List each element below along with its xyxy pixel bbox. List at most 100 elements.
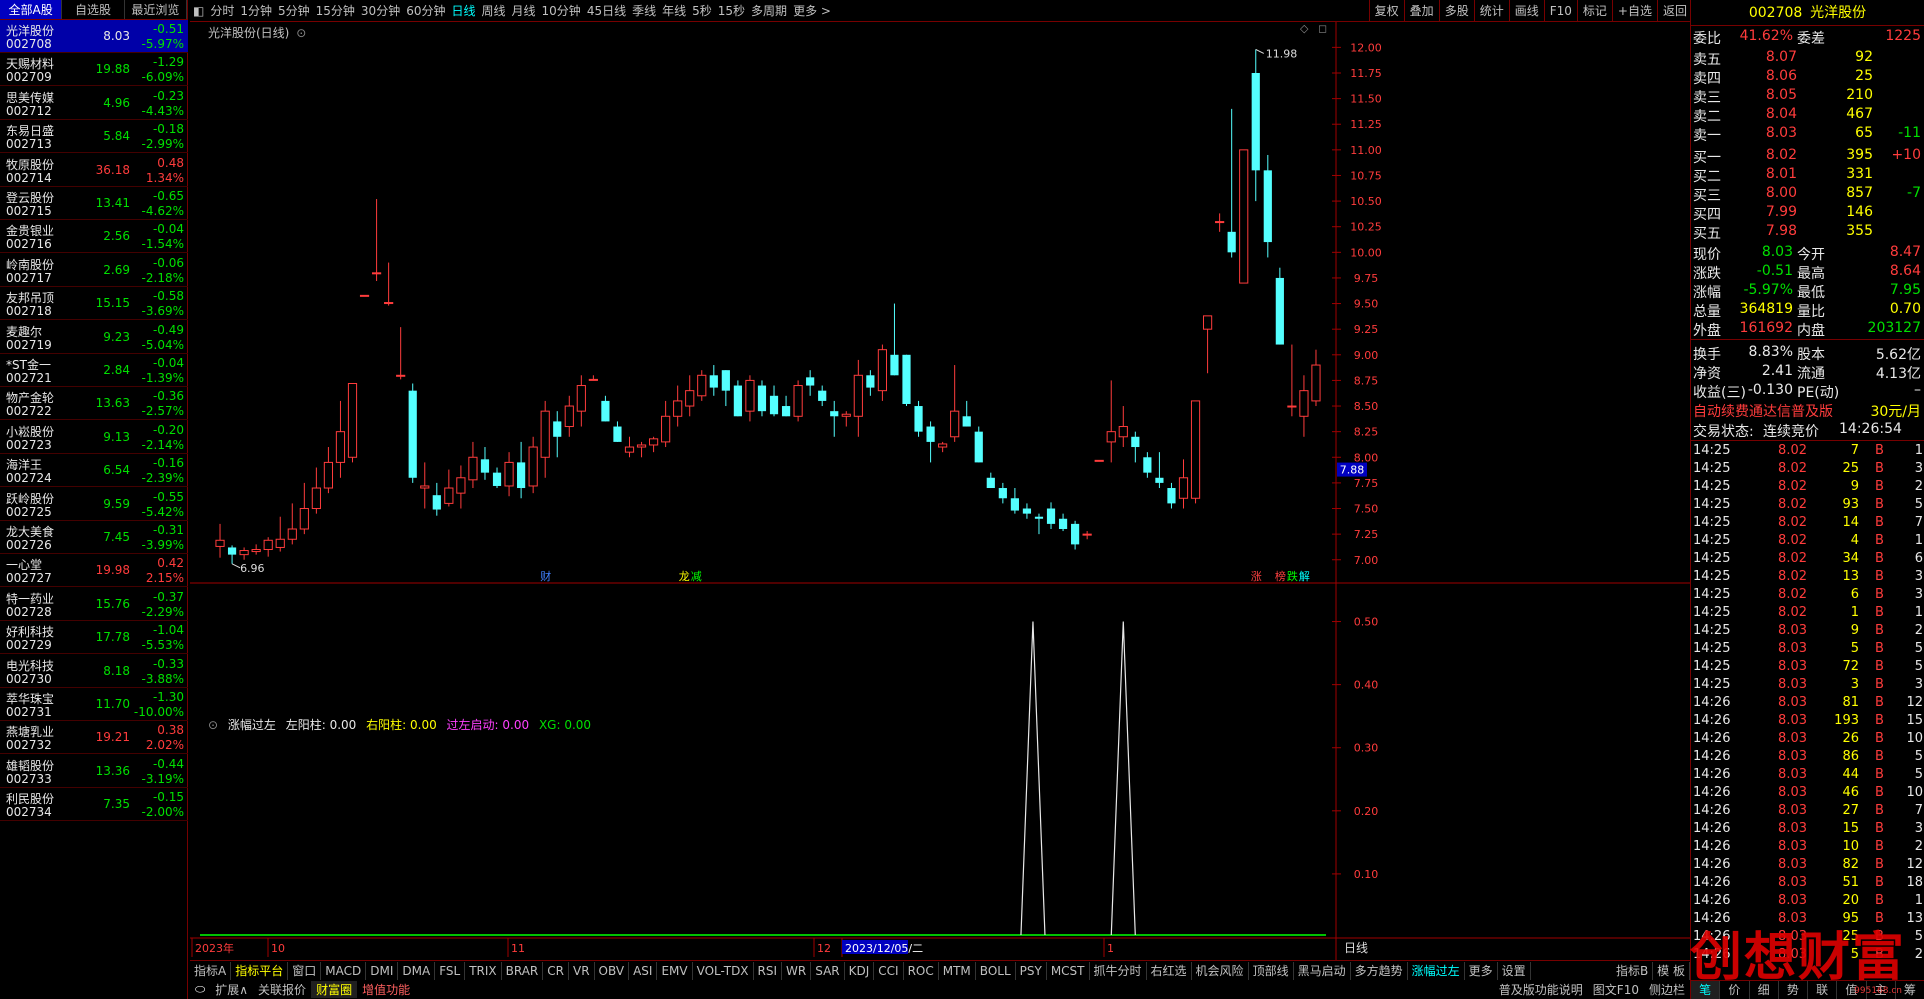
period-tab[interactable]: 周线 — [479, 0, 509, 22]
period-tab[interactable]: 5分钟 — [275, 0, 313, 22]
indicator-tab[interactable]: VR — [569, 961, 595, 980]
kline-chart[interactable]: 12.0011.7511.5011.2511.0010.7510.5010.25… — [190, 22, 1690, 960]
indicator-tab[interactable]: 黑马启动 — [1294, 961, 1351, 980]
stock-row[interactable]: 跃岭股份 002725 9.59 -0.55 -5.42% — [0, 488, 188, 521]
indicator-tab[interactable]: MTM — [939, 961, 976, 980]
stock-row[interactable]: 牧原股份 002714 36.18 0.48 1.34% — [0, 154, 188, 187]
bottom-link[interactable]: 关联报价 — [253, 981, 311, 998]
stock-row[interactable]: 金贵银业 002716 2.56 -0.04 -1.54% — [0, 220, 188, 254]
period-tab[interactable]: 30分钟 — [358, 0, 403, 22]
stock-row[interactable]: 好利科技 002729 17.78 -1.04 -5.53% — [0, 621, 188, 655]
period-tab[interactable]: 5秒 — [689, 0, 715, 22]
candle[interactable] — [1239, 149, 1249, 284]
bottom-link[interactable]: 增值功能 — [357, 981, 415, 998]
toolbar-button[interactable]: +自选 — [1611, 0, 1657, 22]
stock-row[interactable]: 龙大美食 002726 7.45 -0.31 -3.99% — [0, 521, 188, 554]
indicator-tab[interactable]: 多方趋势 — [1351, 961, 1408, 980]
toolbar-button[interactable]: 返回 — [1656, 0, 1692, 22]
indicator-tab[interactable]: DMI — [366, 961, 399, 980]
indicator-tab[interactable]: 涨幅过左 — [1408, 961, 1465, 980]
indicator-tab[interactable]: 顶部线 — [1249, 961, 1294, 980]
indicator-tab[interactable]: TRIX — [465, 961, 502, 980]
toolbar-button[interactable]: 多股 — [1438, 0, 1474, 22]
candle[interactable] — [902, 354, 911, 407]
indicator-gear-icon[interactable]: ⊙ — [208, 718, 218, 732]
indicator-tab[interactable]: DMA — [398, 961, 436, 980]
stock-row[interactable]: 麦趣尔 002719 9.23 -0.49 -5.04% — [0, 321, 188, 354]
period-tab[interactable]: 1分钟 — [237, 0, 275, 22]
indicator-tab[interactable]: MCST — [1047, 961, 1090, 980]
stock-row[interactable]: 友邦吊顶 002718 15.15 -0.58 -3.69% — [0, 287, 188, 321]
stock-row[interactable]: 萃华珠宝 002731 11.70 -1.30 -10.00% — [0, 688, 188, 721]
bottom-link[interactable]: 扩展∧ — [210, 981, 253, 998]
period-tab[interactable]: 季线 — [629, 0, 659, 22]
candle[interactable] — [1275, 267, 1284, 345]
stock-row[interactable]: 东易日盛 002713 5.84 -0.18 -2.99% — [0, 120, 188, 154]
stock-row[interactable]: 登云股份 002715 13.41 -0.65 -4.62% — [0, 187, 188, 220]
candle[interactable] — [793, 380, 803, 422]
indicator-tab[interactable]: CCI — [874, 961, 904, 980]
candle[interactable] — [1094, 459, 1104, 462]
indicator-tab[interactable]: 抓牛分时 — [1090, 961, 1147, 980]
stock-row[interactable]: 燕塘乳业 002732 19.21 0.38 2.02% — [0, 721, 188, 755]
toggle-switch[interactable]: ⬭ — [190, 982, 210, 997]
toolbar-button[interactable]: 画线 — [1508, 0, 1544, 22]
stock-row[interactable]: 雄韬股份 002733 13.36 -0.44 -3.19% — [0, 755, 188, 788]
indicator-tab[interactable]: KDJ — [845, 961, 875, 980]
toolbar-button[interactable]: 叠加 — [1403, 0, 1439, 22]
indicator-tab-right[interactable]: 指标B — [1612, 961, 1654, 980]
indicator-tab[interactable]: MACD — [321, 961, 367, 980]
toolbar-button[interactable]: F10 — [1543, 0, 1577, 22]
stock-row[interactable]: 岭南股份 002717 2.69 -0.06 -2.18% — [0, 254, 188, 287]
candle[interactable] — [359, 294, 370, 297]
indicator-tab[interactable]: BRAR — [502, 961, 544, 980]
indicator-tab[interactable]: FSL — [435, 961, 466, 980]
period-tab[interactable]: 60分钟 — [403, 0, 448, 22]
period-tab[interactable]: 45日线 — [584, 0, 629, 22]
stock-row[interactable]: 海洋王 002724 6.54 -0.16 -2.39% — [0, 454, 188, 488]
indicator-tab-right[interactable]: 模 板 — [1653, 961, 1690, 980]
chart-settings-icon[interactable]: ⊙ — [296, 26, 306, 40]
candle[interactable] — [733, 380, 742, 417]
period-tab[interactable]: 月线 — [509, 0, 539, 22]
bottom-info-link[interactable]: 图文F10 — [1588, 981, 1644, 998]
stock-row[interactable]: 小崧股份 002723 9.13 -0.20 -2.14% — [0, 421, 188, 454]
period-tab[interactable]: 15分钟 — [313, 0, 358, 22]
period-tab[interactable]: 15秒 — [715, 0, 748, 22]
tab-watchlist[interactable]: 自选股 — [62, 0, 125, 19]
toolbar-button[interactable]: 标记 — [1576, 0, 1612, 22]
stock-row[interactable]: 思美传媒 002712 4.96 -0.23 -4.43% — [0, 87, 188, 120]
candle[interactable] — [757, 380, 767, 417]
tab-all-a-shares[interactable]: 全部A股 — [0, 0, 63, 19]
toolbar-button[interactable]: 复权 — [1368, 0, 1404, 22]
indicator-tab[interactable]: SAR — [811, 961, 845, 980]
stock-row[interactable]: 利民股份 002734 7.35 -0.15 -2.00% — [0, 788, 188, 822]
panel-toggle-icon[interactable]: ◧ — [190, 0, 207, 22]
indicator-tab[interactable]: ROC — [904, 961, 939, 980]
bottom-info-link[interactable]: 普及版功能说明 — [1494, 981, 1588, 998]
indicator-tab[interactable]: WR — [782, 961, 812, 980]
period-tab[interactable]: 分时 — [207, 0, 237, 22]
indicator-tab[interactable]: CR — [543, 961, 569, 980]
period-tab[interactable]: 日线 — [448, 0, 478, 22]
indicator-tab[interactable]: 机会风险 — [1192, 961, 1249, 980]
indicator-tab[interactable]: 窗口 — [288, 961, 322, 980]
period-tab[interactable]: 更多 > — [790, 0, 834, 22]
candle[interactable] — [914, 400, 923, 437]
period-tab[interactable]: 10分钟 — [539, 0, 584, 22]
chart-area[interactable]: 12.00 11.75 11.50 11.25 11.00 10.75 10.50 10.25… — [190, 22, 1690, 980]
toolbar-button[interactable]: 统计 — [1473, 0, 1509, 22]
indicator-tab[interactable]: BOLL — [976, 961, 1016, 980]
period-tab[interactable]: 多周期 — [748, 0, 790, 22]
stock-row[interactable]: 电光科技 002730 8.18 -0.33 -3.88% — [0, 655, 188, 688]
bottom-link[interactable]: 财富圈 — [311, 981, 358, 998]
candle[interactable] — [1190, 400, 1201, 504]
indicator-tab[interactable]: PSY — [1016, 961, 1047, 980]
indicator-tab[interactable]: ASI — [629, 961, 658, 980]
indicator-tab[interactable]: EMV — [657, 961, 693, 980]
indicator-tab[interactable]: 指标平台 — [231, 961, 289, 980]
candle[interactable] — [408, 383, 417, 483]
stock-row[interactable]: 光洋股份 002708 8.03 -0.51 -5.97% — [0, 20, 188, 53]
stock-row[interactable]: *ST金一 002721 2.84 -0.04 -1.39% — [0, 354, 188, 387]
indicator-tab[interactable]: 右红选 — [1147, 961, 1192, 980]
